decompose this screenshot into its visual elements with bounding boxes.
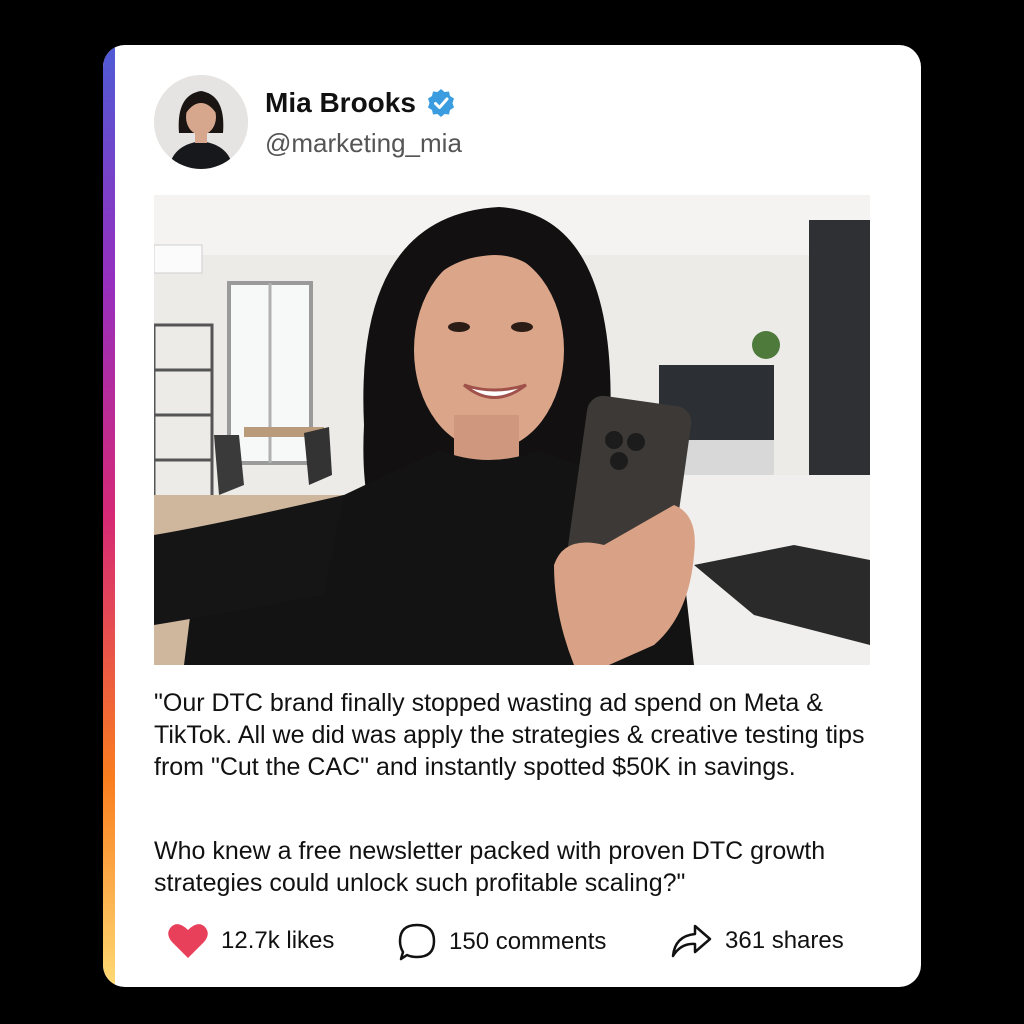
share-button[interactable]: 361 shares (669, 922, 844, 960)
gradient-accent-bar (103, 45, 115, 987)
post-text-paragraph-2: Who knew a free newsletter packed with p… (154, 837, 826, 897)
comment-bubble-icon (398, 923, 436, 961)
heart-icon (168, 924, 208, 958)
post-actions: 12.7k likes 150 comments 361 shares (103, 922, 921, 962)
share-arrow-icon (671, 924, 712, 958)
author-handle[interactable]: @marketing_mia (265, 128, 462, 159)
author-name-row: Mia Brooks (265, 87, 456, 119)
post-photo[interactable] (154, 195, 870, 665)
comment-button[interactable]: 150 comments (397, 922, 606, 962)
like-button[interactable]: 12.7k likes (167, 922, 334, 960)
likes-count: 12.7k likes (221, 927, 335, 954)
post-card: Mia Brooks @marketing_mia "Our DTC brand… (103, 45, 921, 987)
author-name[interactable]: Mia Brooks (265, 87, 416, 119)
selfie-photo-icon (154, 195, 870, 665)
avatar-portrait-icon (154, 75, 248, 169)
shares-count: 361 shares (725, 927, 844, 954)
avatar[interactable] (154, 75, 248, 169)
post-text-paragraph-1: "Our DTC brand finally stopped wasting a… (154, 689, 865, 781)
verified-badge-icon (427, 89, 454, 117)
comments-count: 150 comments (449, 928, 607, 955)
